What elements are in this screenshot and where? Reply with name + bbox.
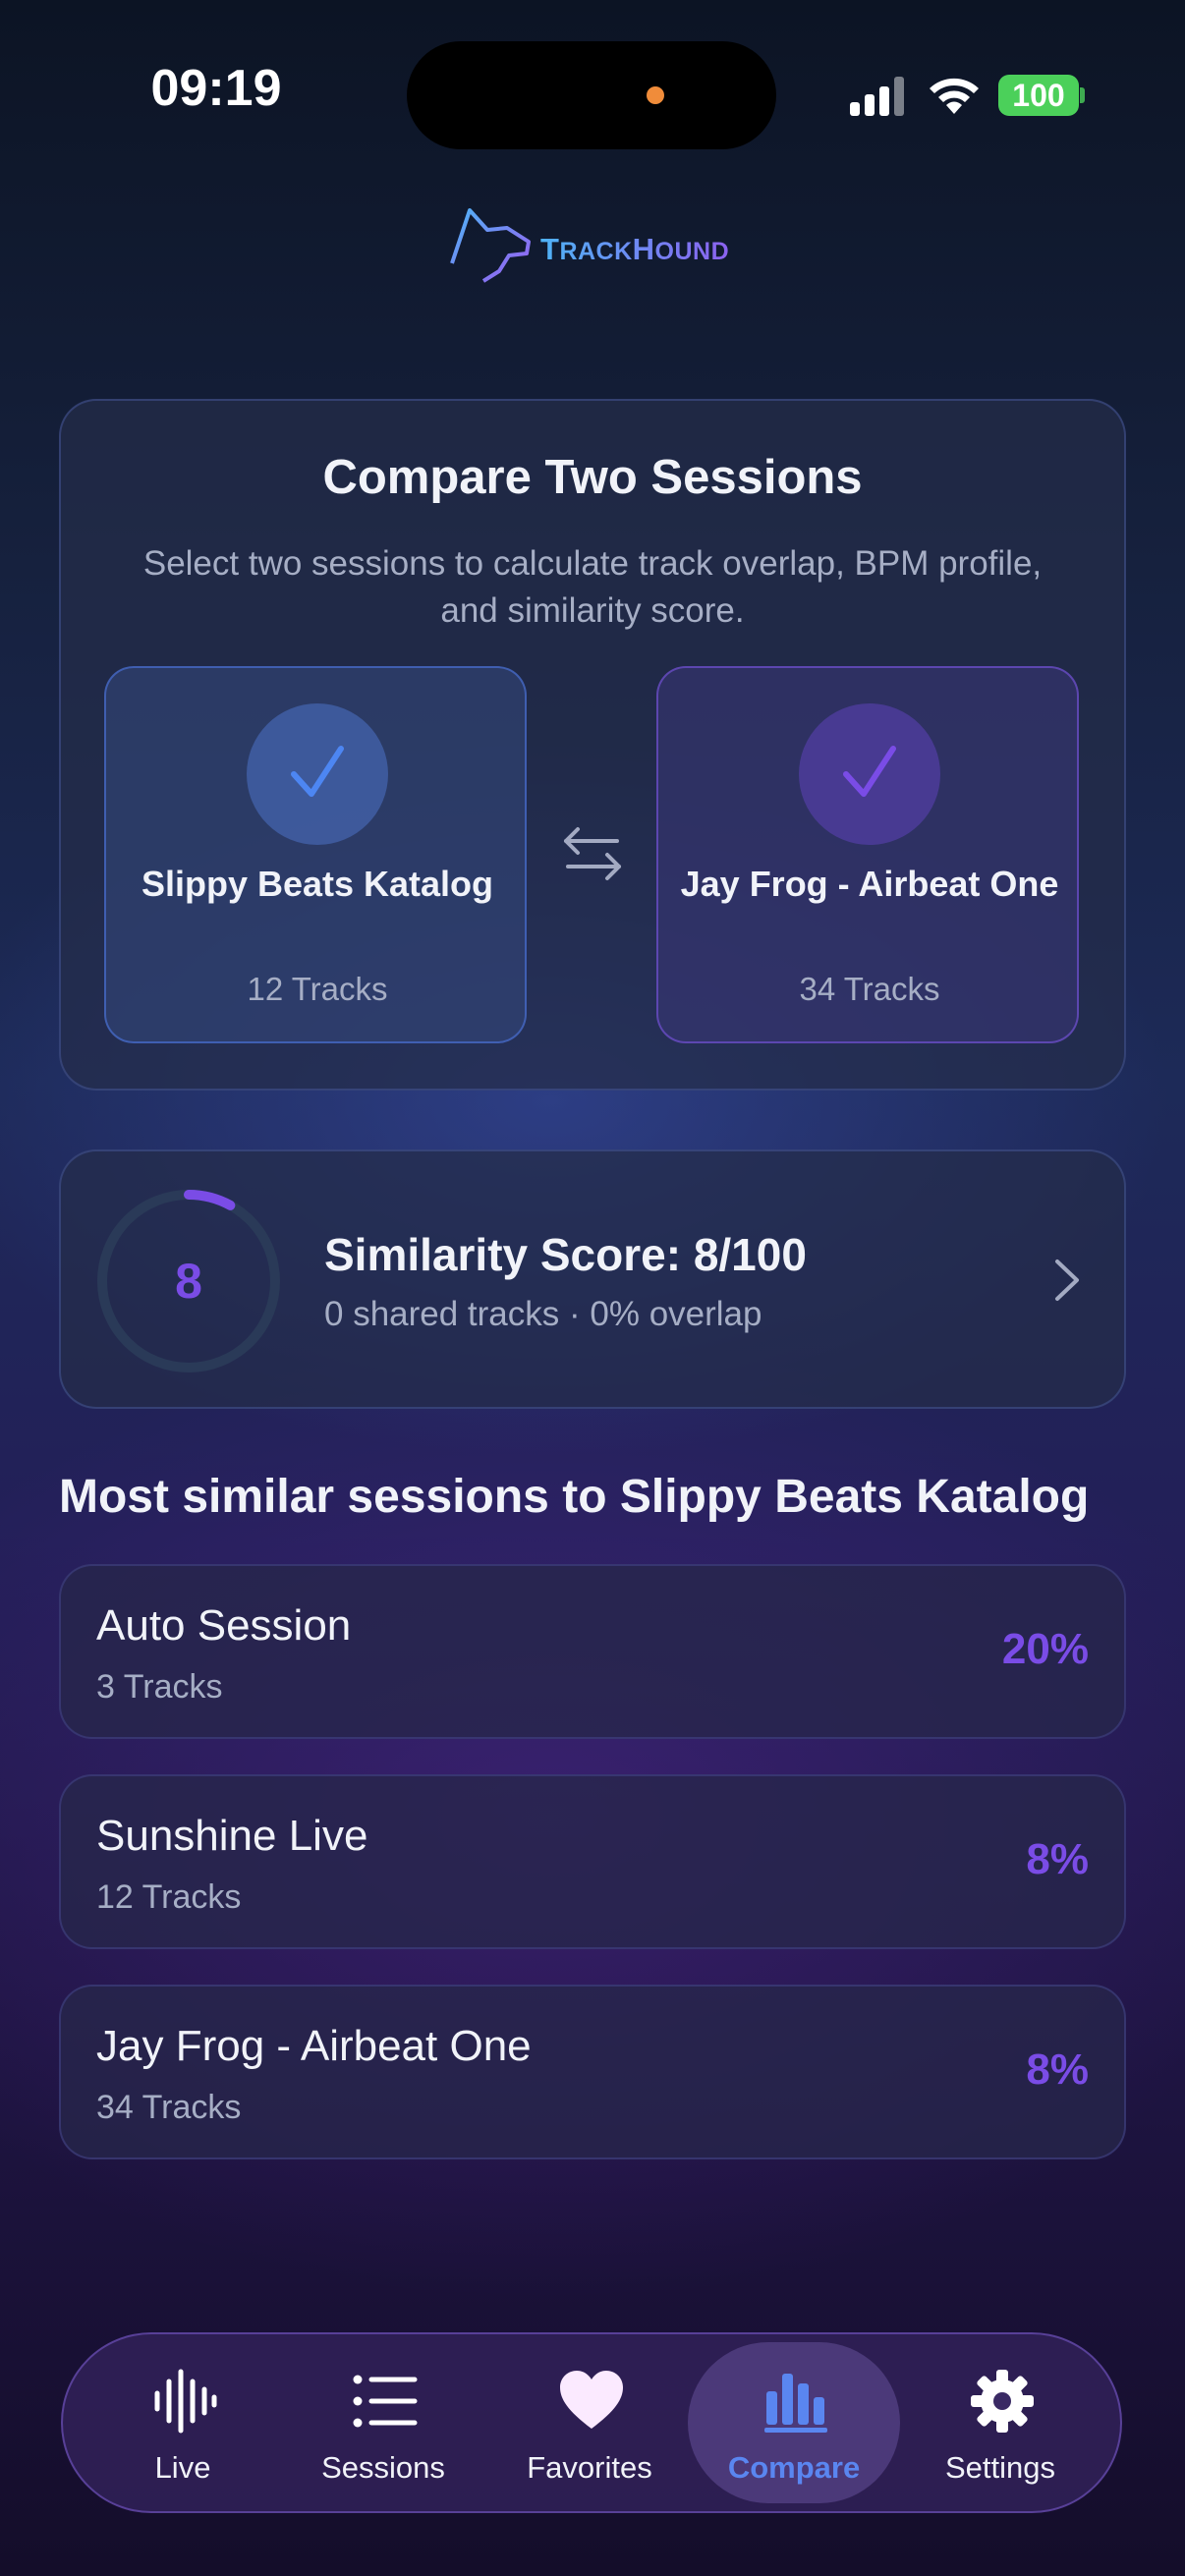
similarity-score-number: 8 — [175, 1254, 202, 1309]
tab-label: Settings — [944, 2450, 1055, 2485]
tab-sessions[interactable]: Sessions — [277, 2342, 489, 2503]
privacy-indicator-dot — [647, 86, 664, 104]
compare-description: Select two sessions to calculate track o… — [142, 544, 1043, 630]
bar-chart-icon — [764, 2374, 827, 2433]
gear-icon — [971, 2370, 1034, 2433]
similar-session-percent: 8% — [1026, 2045, 1089, 2094]
session-a-count: 12 Tracks — [247, 971, 388, 1007]
similar-session-name: Sunshine Live — [96, 1812, 368, 1860]
battery-indicator: 100 — [998, 75, 1079, 116]
similar-sessions-title: Most similar sessions to Slippy Beats Ka… — [59, 1471, 1090, 1523]
similar-session-item[interactable]: Sunshine Live 12 Tracks 8% — [59, 1774, 1126, 1949]
checkmark-icon — [291, 746, 344, 797]
status-time: 09:19 — [150, 60, 282, 117]
similar-session-name: Auto Session — [96, 1601, 352, 1650]
list-icon — [353, 2375, 418, 2428]
swap-icon[interactable] — [560, 821, 625, 886]
similar-session-count: 12 Tracks — [96, 1878, 242, 1916]
session-a-check — [247, 703, 388, 845]
tab-label: Compare — [727, 2450, 861, 2485]
tab-label: Sessions — [321, 2450, 445, 2485]
similarity-score-subtitle: 0 shared tracks · 0% overlap — [324, 1295, 762, 1333]
checkmark-icon — [843, 746, 896, 797]
battery-tip — [1080, 87, 1085, 103]
tab-favorites[interactable]: Favorites — [483, 2342, 696, 2503]
session-b-count: 34 Tracks — [799, 971, 940, 1007]
wifi-icon — [930, 78, 979, 114]
trackhound-logo-text: TRACKHOUND — [540, 232, 730, 266]
trackhound-logo-icon — [450, 208, 531, 283]
cellular-signal-icon — [850, 77, 905, 116]
dynamic-island — [407, 41, 776, 149]
heart-icon — [560, 2371, 623, 2429]
tab-label: Live — [154, 2450, 211, 2485]
similar-session-item[interactable]: Jay Frog - Airbeat One 34 Tracks 8% — [59, 1985, 1126, 2159]
similar-session-percent: 8% — [1026, 1835, 1089, 1883]
compare-title: Compare Two Sessions — [322, 451, 863, 504]
similarity-score-title: Similarity Score: 8/100 — [324, 1229, 807, 1280]
session-a-selector[interactable]: Slippy Beats Katalog 12 Tracks — [104, 666, 527, 1043]
similar-session-item[interactable]: Auto Session 3 Tracks 20% — [59, 1564, 1126, 1739]
tab-compare[interactable]: Compare — [688, 2342, 900, 2503]
session-b-check — [799, 703, 940, 845]
waveform-icon — [154, 2369, 217, 2434]
session-b-selector[interactable]: Jay Frog - Airbeat One 34 Tracks — [656, 666, 1079, 1043]
chevron-right-icon[interactable] — [1047, 1256, 1087, 1305]
similar-session-count: 34 Tracks — [96, 2089, 242, 2126]
similar-session-count: 3 Tracks — [96, 1668, 223, 1706]
similar-session-name: Jay Frog - Airbeat One — [96, 2022, 532, 2070]
session-a-name: Slippy Beats Katalog — [141, 864, 494, 904]
session-b-name: Jay Frog - Airbeat One — [680, 864, 1059, 904]
tab-settings[interactable]: Settings — [894, 2342, 1106, 2503]
tab-live[interactable]: Live — [77, 2342, 289, 2503]
similar-session-percent: 20% — [1001, 1625, 1089, 1673]
tab-label: Favorites — [527, 2450, 652, 2485]
